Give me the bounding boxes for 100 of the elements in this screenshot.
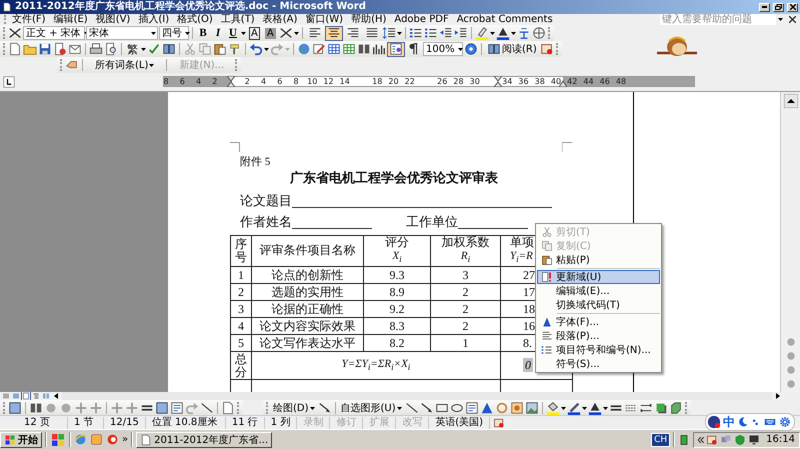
battery-icon[interactable] (678, 434, 690, 446)
drawing-icon[interactable] (372, 42, 386, 56)
permission-icon[interactable] (53, 42, 67, 56)
monitor-icon[interactable] (748, 434, 760, 446)
font-dropdown[interactable]: 宋体 (86, 26, 158, 40)
caret-icon[interactable] (510, 32, 516, 34)
close-button[interactable] (787, 2, 798, 12)
horizontal-scrollbar[interactable] (62, 392, 772, 400)
drawing-menu[interactable]: 绘图(D) (271, 400, 317, 416)
context-menu-item[interactable]: 符号(S)... (537, 356, 660, 371)
input-method-icon[interactable] (707, 415, 721, 429)
tab-stop-icon[interactable] (3, 76, 15, 88)
cut-icon[interactable] (183, 42, 197, 56)
print-preview-icon[interactable] (104, 42, 118, 56)
menu-item[interactable]: 插入(I) (134, 14, 174, 25)
vertical-scrollbar[interactable] (780, 92, 800, 392)
right-indent-marker-icon[interactable] (559, 80, 567, 88)
text-style-button[interactable]: I (211, 26, 225, 40)
character-shading-button[interactable]: A (262, 26, 278, 40)
close-document-icon[interactable] (789, 16, 796, 23)
bullet-list-icon[interactable] (424, 26, 438, 40)
page-icon[interactable] (221, 401, 235, 416)
caret-icon[interactable] (396, 406, 402, 410)
format-painter-icon[interactable] (228, 42, 242, 56)
restore-button[interactable] (773, 2, 784, 12)
settings-icon[interactable] (779, 416, 791, 428)
undo-icon[interactable] (249, 42, 263, 56)
line-color-icon[interactable] (566, 401, 581, 416)
scroll-left-icon[interactable] (52, 392, 60, 400)
convert-button[interactable]: 繁 (125, 42, 140, 56)
numbered-list-icon[interactable] (408, 26, 423, 40)
decrease-indent-icon[interactable] (438, 26, 453, 40)
frame-icon[interactable] (8, 401, 22, 416)
picture-icon[interactable] (524, 401, 539, 416)
line-spacing-icon[interactable] (382, 26, 396, 40)
caret-icon[interactable] (141, 48, 146, 50)
caret-icon[interactable] (151, 32, 156, 34)
soft-keyboard-icon[interactable] (763, 416, 777, 428)
increase-indent-icon[interactable] (454, 26, 468, 40)
context-menu-item[interactable]: 更新域(U) (537, 270, 660, 284)
menu-item[interactable]: 格式(O) (173, 14, 217, 25)
research-icon[interactable] (162, 42, 176, 56)
caret-icon[interactable] (264, 48, 269, 50)
outline-view-icon[interactable] (32, 392, 40, 400)
alignment-button[interactable] (324, 26, 343, 40)
text-box-icon[interactable] (170, 401, 184, 416)
line-icon[interactable] (404, 401, 419, 416)
half-width-icon[interactable] (737, 416, 749, 428)
paste-icon[interactable] (213, 42, 227, 56)
plus-icon[interactable] (110, 401, 124, 416)
menu-item[interactable]: 编辑(E) (50, 14, 92, 25)
quick-launch-icon[interactable] (50, 432, 66, 448)
highlighter-icon[interactable] (474, 26, 489, 40)
phonetic-guide-icon[interactable] (516, 26, 531, 40)
caret-icon[interactable] (396, 32, 402, 34)
caret-icon[interactable] (582, 406, 587, 410)
insert-table-icon[interactable] (327, 42, 341, 56)
menu-item[interactable]: Adobe PDF (390, 14, 453, 25)
document-map-button[interactable] (387, 42, 405, 56)
font-size-dropdown[interactable]: 四号 (159, 26, 189, 40)
text-style-button[interactable]: U (226, 26, 240, 40)
line-icon[interactable] (200, 401, 214, 416)
start-button[interactable]: 开始 (0, 432, 42, 448)
diagram-icon[interactable] (494, 401, 509, 416)
font-color-icon[interactable] (496, 26, 510, 40)
tables-and-borders-icon[interactable] (312, 42, 326, 56)
menu-item[interactable]: 工具(T) (216, 14, 259, 25)
overflow-chevron[interactable]: » (122, 434, 128, 446)
arrow-icon[interactable] (420, 401, 434, 416)
menu-item[interactable]: Acrobat Comments (452, 14, 557, 25)
caret-icon[interactable] (294, 32, 299, 34)
frame-icon[interactable] (155, 401, 169, 416)
caret-icon[interactable] (241, 32, 246, 34)
scroll-right-icon[interactable] (774, 392, 782, 400)
language-indicator[interactable]: CH (651, 432, 670, 447)
caret-icon[interactable] (560, 406, 566, 410)
insert-spreadsheet-icon[interactable] (342, 42, 356, 56)
email-icon[interactable] (68, 42, 82, 56)
caret-icon[interactable] (185, 32, 190, 34)
clip-art-icon[interactable] (510, 401, 524, 416)
shadow-icon[interactable] (654, 401, 668, 416)
read-button[interactable]: 阅读(R) (485, 42, 539, 56)
caret-icon[interactable] (458, 48, 463, 50)
help-icon[interactable] (464, 42, 478, 56)
print-icon[interactable] (89, 42, 103, 56)
autoshapes-menu[interactable]: 自选图形(U) (338, 400, 404, 416)
research-pane-icon[interactable] (540, 42, 554, 56)
columns-icon[interactable] (29, 401, 43, 416)
menu-item[interactable]: 帮助(H) (347, 14, 390, 25)
first-line-indent-marker-icon[interactable] (494, 76, 502, 88)
save-icon[interactable] (38, 42, 52, 56)
caret-icon[interactable] (149, 64, 154, 66)
taskbar-button[interactable]: 2011-2012年度广东省... (136, 432, 272, 448)
caret-icon[interactable] (490, 32, 495, 34)
zoom-dropdown[interactable]: 100% (423, 42, 463, 56)
spelling-check-icon[interactable] (147, 42, 161, 56)
character-border-button[interactable]: A (247, 26, 262, 40)
scroll-up-icon[interactable] (784, 94, 798, 108)
menu-item[interactable]: 窗口(W) (301, 14, 348, 25)
columns-icon[interactable] (357, 42, 371, 56)
